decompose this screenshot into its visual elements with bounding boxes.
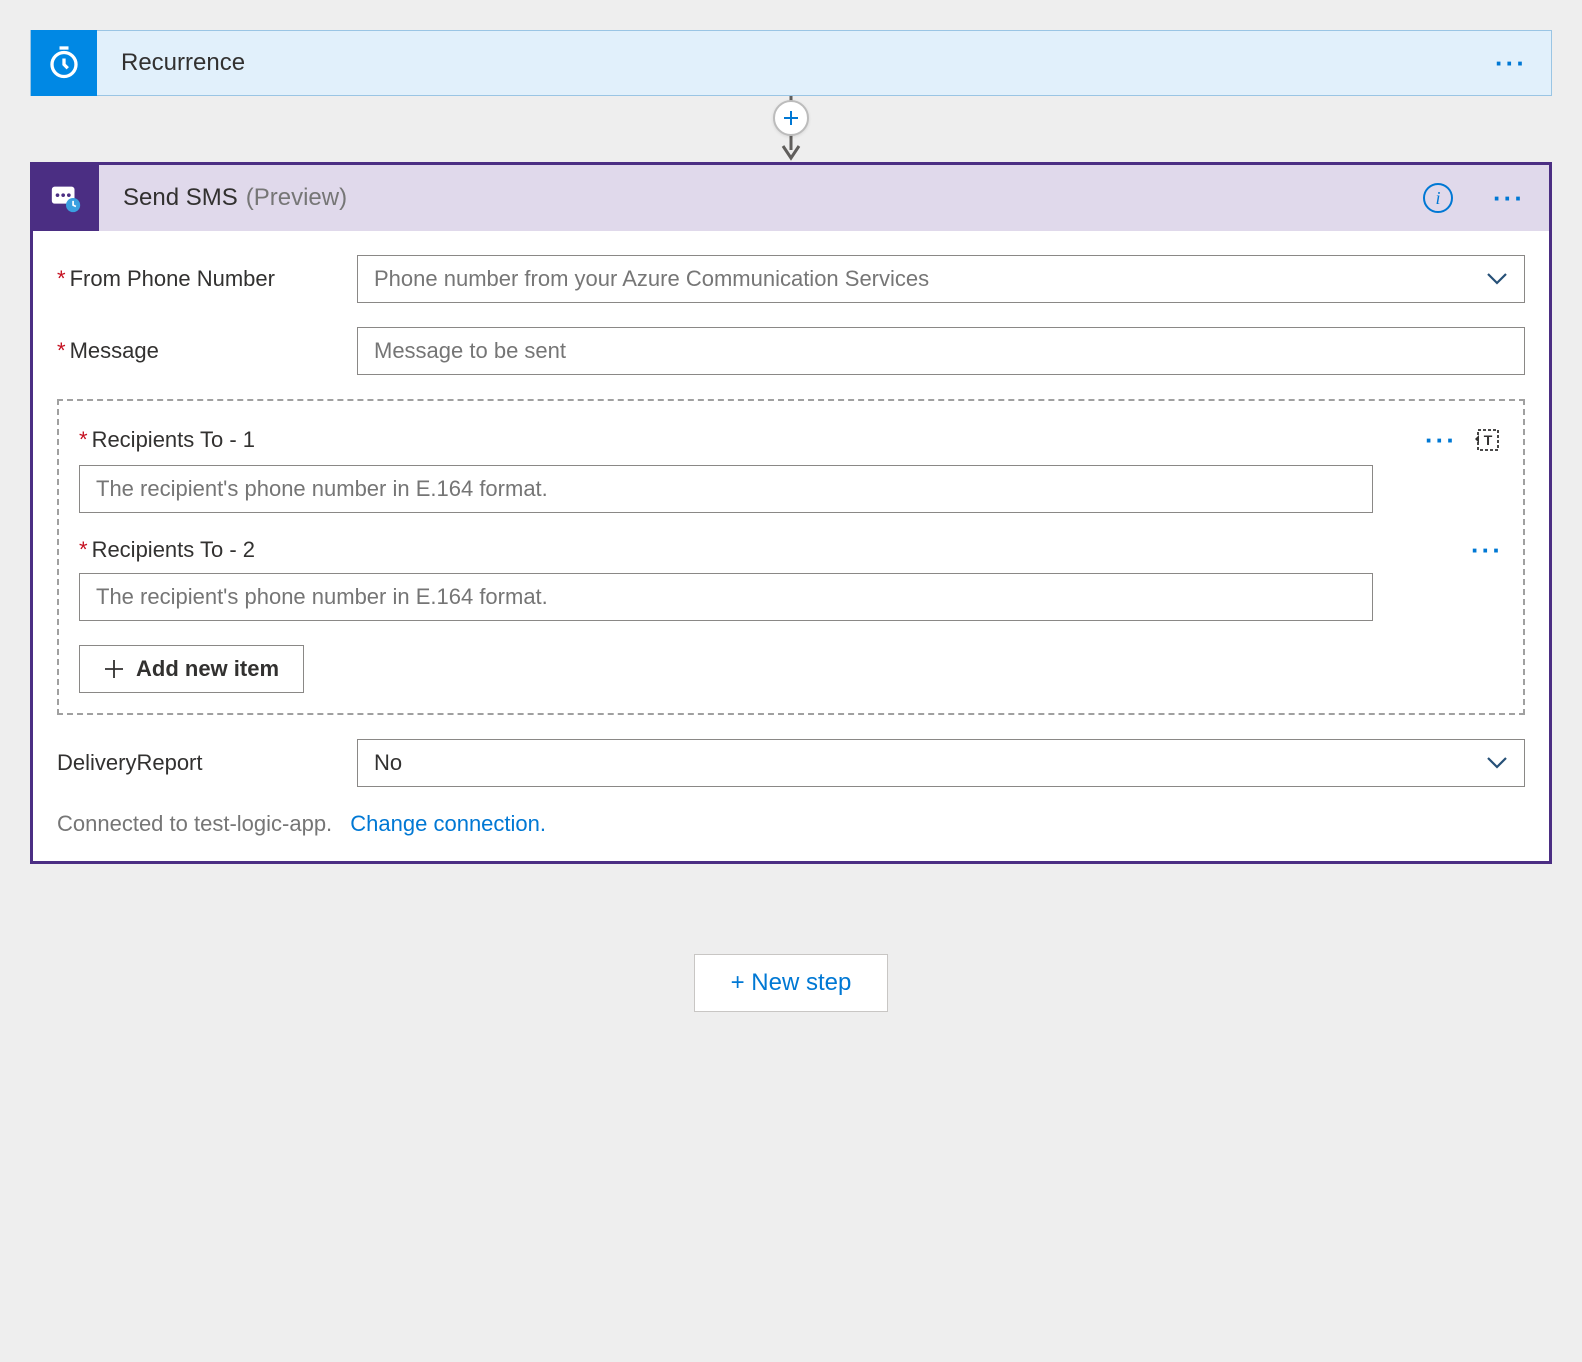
recipient-input[interactable] xyxy=(79,573,1373,621)
message-input[interactable] xyxy=(357,327,1525,375)
recurrence-menu-button[interactable]: ··· xyxy=(1471,57,1551,70)
add-step-button[interactable] xyxy=(773,100,809,136)
from-phone-row: * From Phone Number Phone number from yo… xyxy=(57,255,1525,303)
sms-menu-button[interactable]: ··· xyxy=(1469,192,1549,205)
connector xyxy=(781,96,801,162)
info-icon[interactable]: i xyxy=(1423,183,1453,213)
new-step-button[interactable]: + New step xyxy=(694,954,889,1012)
delivery-report-select[interactable]: No xyxy=(357,739,1525,787)
recipient-item: * Recipients To - 1 ··· T xyxy=(79,425,1503,513)
recipient-input[interactable] xyxy=(79,465,1373,513)
from-phone-select[interactable]: Phone number from your Azure Communicati… xyxy=(357,255,1525,303)
chevron-down-icon xyxy=(1486,756,1508,770)
from-phone-label: * From Phone Number xyxy=(57,266,357,292)
svg-text:T: T xyxy=(1484,432,1493,448)
required-icon: * xyxy=(57,266,66,292)
add-new-item-button[interactable]: Add new item xyxy=(79,645,304,693)
recurrence-step[interactable]: Recurrence ··· xyxy=(30,30,1552,96)
change-connection-link[interactable]: Change connection. xyxy=(350,811,546,836)
message-label: * Message xyxy=(57,338,357,364)
text-mode-icon[interactable]: T xyxy=(1473,425,1503,455)
recipient-menu-button[interactable]: ··· xyxy=(1425,434,1457,447)
sms-header[interactable]: Send SMS (Preview) i ··· xyxy=(33,165,1549,231)
recipients-box: * Recipients To - 1 ··· T xyxy=(57,399,1525,715)
required-icon: * xyxy=(79,427,88,453)
required-icon: * xyxy=(57,338,66,364)
recipient-label: * Recipients To - 2 xyxy=(79,537,255,563)
send-sms-step: Send SMS (Preview) i ··· * From Phone Nu… xyxy=(30,162,1552,864)
recipient-menu-button[interactable]: ··· xyxy=(1471,544,1503,557)
required-icon: * xyxy=(79,537,88,563)
chevron-down-icon xyxy=(1486,272,1508,286)
delivery-report-row: DeliveryReport No xyxy=(57,739,1525,787)
recurrence-icon xyxy=(31,30,97,96)
recurrence-title: Recurrence xyxy=(121,49,1471,77)
sms-title: Send SMS xyxy=(123,184,238,212)
sms-preview-label: (Preview) xyxy=(246,184,1423,212)
delivery-report-label: DeliveryReport xyxy=(57,750,357,776)
connection-info: Connected to test-logic-app. Change conn… xyxy=(57,811,1525,837)
message-row: * Message xyxy=(57,327,1525,375)
recipient-item: * Recipients To - 2 ··· xyxy=(79,537,1503,621)
sms-icon xyxy=(33,165,99,231)
plus-icon xyxy=(104,659,124,679)
recipient-label: * Recipients To - 1 xyxy=(79,427,255,453)
